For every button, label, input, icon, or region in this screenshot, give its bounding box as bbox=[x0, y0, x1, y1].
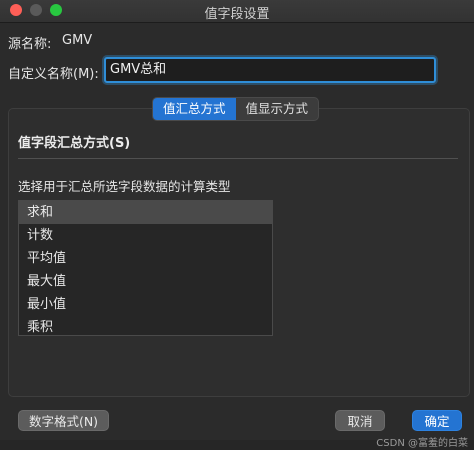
value-field-settings-dialog: 值字段设置 源名称: GMV 自定义名称(M): 值汇总方式 值显示方式 值字段… bbox=[0, 0, 474, 450]
divider bbox=[18, 158, 458, 159]
source-name-value: GMV bbox=[62, 33, 93, 48]
watermark: CSDN @富羞的白菜 bbox=[376, 438, 468, 449]
tab-show-values-as[interactable]: 值显示方式 bbox=[236, 98, 319, 120]
ok-button[interactable]: 确定 bbox=[412, 410, 462, 431]
aggregation-list[interactable]: 求和 计数 平均值 最大值 最小值 乘积 bbox=[18, 200, 273, 336]
window-title: 值字段设置 bbox=[204, 7, 270, 22]
list-item-count[interactable]: 计数 bbox=[19, 224, 272, 247]
cancel-button[interactable]: 取消 bbox=[335, 410, 385, 431]
tab-summarize-by[interactable]: 值汇总方式 bbox=[153, 98, 236, 120]
section-title: 值字段汇总方式(S) bbox=[18, 136, 131, 151]
list-item-min[interactable]: 最小值 bbox=[19, 293, 272, 316]
number-format-button[interactable]: 数字格式(N) bbox=[18, 410, 109, 431]
title-bar: 值字段设置 bbox=[0, 0, 474, 23]
custom-name-input[interactable] bbox=[104, 57, 436, 83]
tab-group: 值汇总方式 值显示方式 bbox=[152, 97, 320, 121]
custom-name-label: 自定义名称(M): bbox=[8, 67, 99, 82]
list-item-average[interactable]: 平均值 bbox=[19, 247, 272, 270]
list-item-sum[interactable]: 求和 bbox=[19, 201, 272, 224]
list-item-product[interactable]: 乘积 bbox=[19, 316, 272, 335]
source-name-label: 源名称: bbox=[8, 37, 52, 52]
list-item-max[interactable]: 最大值 bbox=[19, 270, 272, 293]
calculation-prompt: 选择用于汇总所选字段数据的计算类型 bbox=[18, 179, 231, 194]
